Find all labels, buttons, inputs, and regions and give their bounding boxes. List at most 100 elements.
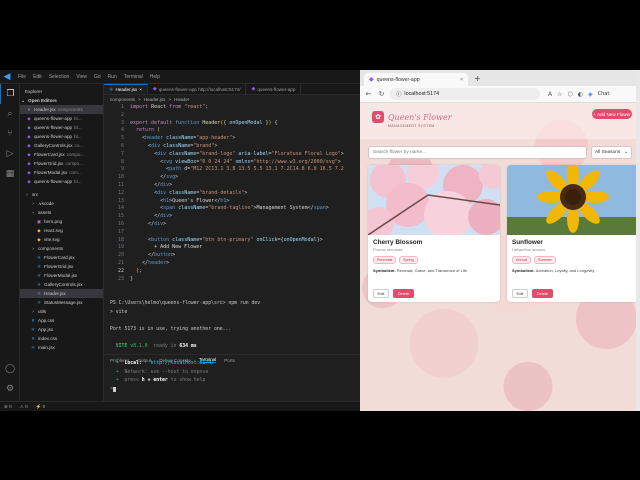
- open-editor-item[interactable]: ◆ FlowerModal.jsx com...: [20, 168, 103, 177]
- tab-browser-preview[interactable]: ◆ queens-flower-app http://localhost:517…: [148, 84, 247, 94]
- vite-label: VITE: [115, 343, 128, 349]
- open-editor-item[interactable]: ◆ FlowerGrid.jsx compo...: [20, 159, 103, 168]
- open-editor-item[interactable]: ◆ GalleryControls.jsx co...: [20, 141, 103, 150]
- menu-selection[interactable]: Selection: [49, 74, 70, 80]
- delete-button[interactable]: Delete: [393, 289, 414, 298]
- breadcrumb-item[interactable]: Header.jsx: [144, 97, 166, 102]
- tree-folder[interactable]: › .vscode: [20, 199, 103, 208]
- menu-view[interactable]: View: [76, 74, 87, 80]
- tab-close-icon[interactable]: ×: [139, 87, 142, 92]
- tree-folder[interactable]: › src: [20, 190, 103, 199]
- tree-file[interactable]: ▣ hero.png: [20, 217, 103, 226]
- open-editors-section[interactable]: ⌄ Open Editors: [20, 96, 103, 105]
- menu-run[interactable]: Run: [108, 74, 117, 80]
- edit-button[interactable]: Edit: [512, 289, 528, 298]
- flower-search-input[interactable]: Search flower by name...: [368, 146, 587, 159]
- local-url-link[interactable]: http://localhost:5174/: [150, 361, 214, 366]
- tree-folder[interactable]: › utils: [20, 307, 103, 316]
- code-token: >: [163, 220, 167, 227]
- run-debug-icon[interactable]: ▷: [0, 144, 20, 164]
- browser-scrollbar[interactable]: [636, 70, 640, 411]
- browser-tab-strip: ◆ queens-flower-app × +: [360, 70, 640, 86]
- tree-file[interactable]: ⚛ main.jsx: [20, 343, 103, 352]
- terminal-output[interactable]: PS C:\Users\helmo\queens-flower-app\src>…: [110, 301, 360, 396]
- info-icon[interactable]: ⓘ: [396, 90, 401, 98]
- menu-help[interactable]: Help: [150, 74, 160, 80]
- open-editor-item[interactable]: ◆ queens-flower-app bl...: [20, 114, 103, 123]
- back-arrow-icon[interactable]: ←: [364, 90, 373, 98]
- account-icon[interactable]: ◯: [0, 359, 20, 379]
- tree-item-label: index.css: [38, 336, 58, 341]
- profile-icon[interactable]: ◐: [578, 91, 583, 98]
- tree-file[interactable]: ⚛ FlowerGrid.jsx: [20, 262, 103, 271]
- code-token: span: [313, 205, 326, 212]
- tree-file[interactable]: ◆ vite.svg: [20, 235, 103, 244]
- close-tab-icon[interactable]: ×: [460, 77, 463, 83]
- tree-file[interactable]: ⚛ FlowerCard.jsx: [20, 253, 103, 262]
- line-number: 16: [117, 220, 124, 227]
- code-token: <: [130, 142, 152, 149]
- tree-file[interactable]: ⚛ StatusMessage.jsx: [20, 298, 103, 307]
- status-ports[interactable]: ⚡ 0: [36, 404, 46, 410]
- flower-tags: Perennial Spring: [373, 256, 495, 264]
- breadcrumb-item[interactable]: components: [110, 97, 135, 102]
- open-editor-item[interactable]: ◆ queens-flower-app bl...: [20, 177, 103, 186]
- status-warnings[interactable]: ⚠ 0: [20, 404, 28, 410]
- settings-gear-icon[interactable]: ⚙: [0, 379, 20, 399]
- code-token: "brand-logo": [199, 150, 239, 157]
- open-editor-name: queens-flower-app: [34, 116, 73, 121]
- menu-file[interactable]: File: [18, 74, 26, 80]
- tree-file[interactable]: ⚛ Header.jsx: [20, 289, 103, 298]
- explorer-files-icon[interactable]: ❐: [0, 84, 20, 104]
- code-token: header: [148, 259, 167, 266]
- line-number: 13: [117, 197, 124, 204]
- season-select-value: All Seasons: [595, 150, 621, 155]
- search-icon[interactable]: ⌕: [0, 104, 20, 124]
- menu-terminal[interactable]: Terminal: [124, 74, 143, 80]
- file-icon: #: [31, 318, 35, 323]
- copilot-icon[interactable]: ◈: [588, 91, 593, 98]
- delete-button[interactable]: Delete: [532, 289, 553, 298]
- status-errors[interactable]: ⊗ 0: [4, 404, 12, 410]
- menu-go[interactable]: Go: [94, 74, 101, 80]
- tree-folder[interactable]: › assets: [20, 208, 103, 217]
- edit-button[interactable]: Edit: [373, 289, 389, 298]
- tree-file[interactable]: ⚛ App.jsx: [20, 325, 103, 334]
- open-editor-item[interactable]: ◆ FlowerCard.jsx compo...: [20, 150, 103, 159]
- tab-header-jsx[interactable]: ⚛ Header.jsx ×: [104, 84, 148, 94]
- flower-name: Cherry Blossom: [373, 239, 423, 246]
- code-editor[interactable]: 1 import React from "react"; 2 3 export defa…: [104, 104, 360, 283]
- source-control-icon[interactable]: ⑂: [0, 124, 20, 144]
- new-tab-plus-icon[interactable]: +: [474, 74, 481, 83]
- tree-folder[interactable]: › components: [20, 244, 103, 253]
- browser-tab[interactable]: ◆ queens-flower-app ×: [364, 73, 468, 86]
- add-new-flower-button[interactable]: + Add New Flower: [592, 109, 632, 119]
- copilot-chat-label[interactable]: Chat: [598, 91, 610, 97]
- tree-file[interactable]: ⚛ GalleryControls.jsx: [20, 280, 103, 289]
- line-number: 20: [117, 252, 124, 259]
- menu-edit[interactable]: Edit: [33, 74, 42, 80]
- vite-file-icon: ◆: [27, 160, 31, 166]
- code-token: "0 0 24 24": [199, 158, 236, 165]
- code-token: aria-label: [238, 150, 269, 157]
- open-editor-item[interactable]: × Header.jsx components: [20, 105, 103, 114]
- season-select[interactable]: All Seasons ⌄: [591, 146, 632, 159]
- breadcrumb-item[interactable]: Header: [174, 97, 189, 102]
- open-editor-item[interactable]: ◆ queens-flower-app bl...: [20, 123, 103, 132]
- explorer-sidebar: Explorer ⌄ Open Editors × Header.jsx compo…: [20, 84, 104, 401]
- refresh-icon[interactable]: ↻: [377, 90, 386, 98]
- favorite-star-icon[interactable]: ☆: [557, 91, 562, 98]
- app-page: ✿ Queen's Flower MANAGEMENT SYSTEM + Add…: [360, 103, 640, 411]
- tree-file[interactable]: # index.css: [20, 334, 103, 343]
- open-editor-item[interactable]: ◆ queens-flower-app bl...: [20, 132, 103, 141]
- tree-file[interactable]: # App.css: [20, 316, 103, 325]
- address-bar[interactable]: ⓘ localhost:5174: [390, 88, 540, 100]
- extensions-icon[interactable]: ▦: [0, 164, 20, 184]
- tree-file[interactable]: ◆ react.svg: [20, 226, 103, 235]
- tree-file[interactable]: ⚛ FlowerModal.jsx: [20, 271, 103, 280]
- read-aloud-icon[interactable]: A: [548, 91, 552, 98]
- tab-queens-flower-app[interactable]: ◆ queens-flower-app: [246, 84, 302, 94]
- extensions-puzzle-icon[interactable]: ⬡: [568, 91, 573, 98]
- tree-item-label: components: [38, 246, 64, 251]
- terminal-line: > vite: [110, 309, 128, 315]
